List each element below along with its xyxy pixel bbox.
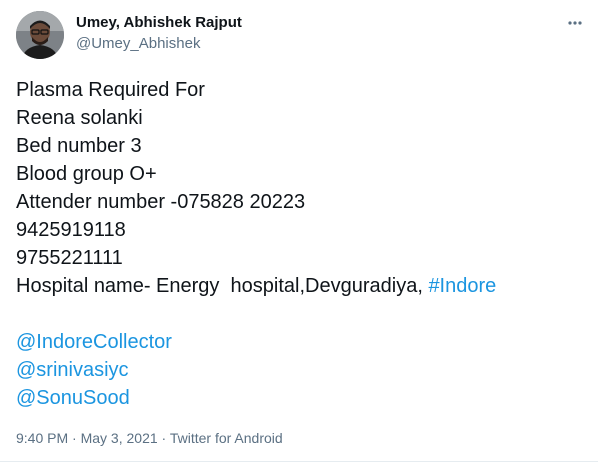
meta-separator: · [157,430,170,446]
more-dots-icon [568,21,582,25]
meta-separator: · [68,430,81,446]
hospital-text: Hospital name- Energy hospital,Devguradi… [16,275,429,297]
author-info: Umey, Abhishek Rajput @Umey_Abhishek [76,13,242,54]
mention-link[interactable]: @srinivasiyc [16,356,586,384]
tweet-line: Bed number 3 [16,135,142,157]
tweet-line: Plasma Required For [16,79,205,101]
tweet-time[interactable]: 9:40 PM [16,430,68,446]
hashtag-link[interactable]: #Indore [428,275,496,297]
tweet-line: Blood group O+ [16,163,157,185]
tweet-date[interactable]: May 3, 2021 [81,430,158,446]
divider [0,461,598,462]
tweet-source[interactable]: Twitter for Android [170,430,283,446]
more-options-button[interactable] [564,12,586,34]
tweet-line: 9425919118 [16,219,126,241]
tweet-card: Umey, Abhishek Rajput @Umey_Abhishek Pla… [0,0,598,467]
author-handle[interactable]: @Umey_Abhishek [76,34,242,54]
tweet-line: 9755221111 [16,247,123,269]
tweet-line: Reena solanki [16,107,143,129]
tweet-line-hospital: Hospital name- Energy hospital,Devguradi… [16,272,586,300]
tweet-meta: 9:40 PM · May 3, 2021 · Twitter for Andr… [16,428,283,448]
tweet-line: Attender number -075828 20223 [16,191,306,213]
tweet-text: Plasma Required For Reena solanki Bed nu… [16,76,586,412]
mention-link[interactable]: @SonuSood [16,384,586,412]
avatar[interactable] [16,11,64,59]
mention-link[interactable]: @IndoreCollector [16,328,586,356]
author-display-name[interactable]: Umey, Abhishek Rajput [76,13,242,33]
avatar-photo [16,11,64,59]
